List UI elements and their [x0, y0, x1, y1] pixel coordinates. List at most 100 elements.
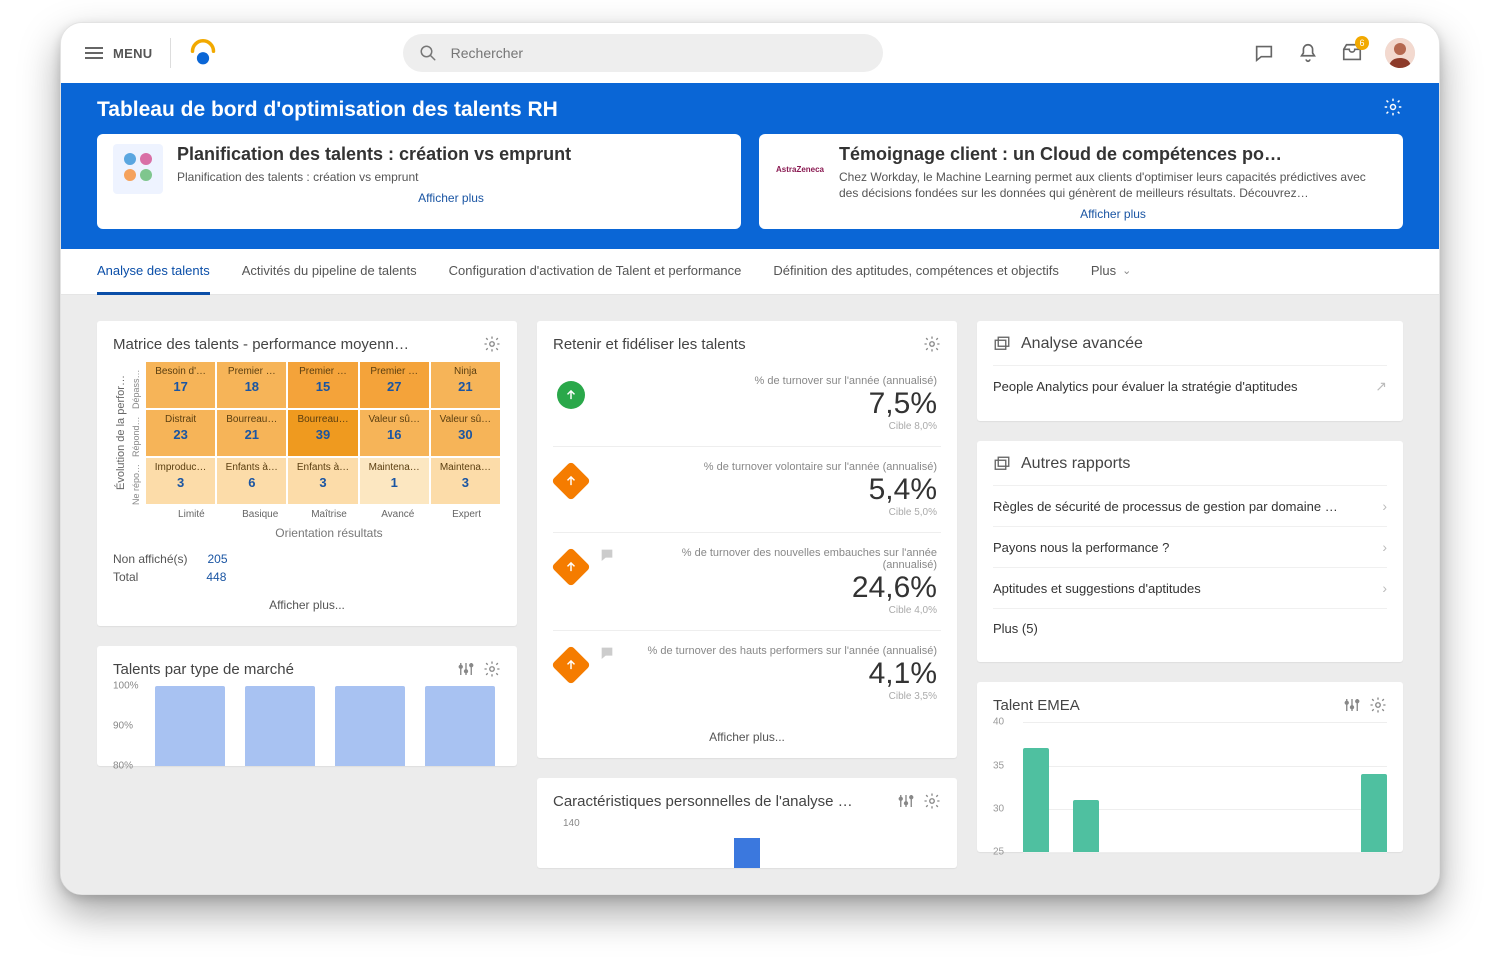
kpi-row[interactable]: % de turnover des nouvelles embauches su…	[553, 532, 941, 630]
external-icon: ↗	[1375, 378, 1387, 395]
not-shown-label: Non affiché(s)	[113, 552, 187, 566]
kpi-row[interactable]: % de turnover volontaire sur l'année (an…	[553, 446, 941, 532]
traits-card: Caractéristiques personnelles de l'analy…	[537, 778, 957, 868]
hero-card-thumb: AstraZeneca	[775, 144, 825, 194]
matrix-y-label: Évolution de la perfor…	[113, 361, 127, 505]
chevron-right-icon: ›	[1382, 539, 1387, 555]
tab-definition[interactable]: Définition des aptitudes, compétences et…	[773, 249, 1058, 295]
stack-icon	[993, 335, 1011, 353]
link-item[interactable]: Aptitudes et suggestions d'aptitudes›	[993, 567, 1387, 608]
hero-card-subtitle: Chez Workday, le Machine Learning permet…	[839, 169, 1387, 201]
avatar[interactable]	[1385, 38, 1415, 68]
link-item[interactable]: Plus (5)	[993, 608, 1387, 648]
tab-pipeline[interactable]: Activités du pipeline de talents	[242, 249, 417, 295]
kpi-row[interactable]: % de turnover sur l'année (annualisé)7,5…	[553, 361, 941, 446]
card-title: Talents par type de marché	[113, 661, 294, 678]
matrix-cell[interactable]: Improduc…3	[145, 457, 216, 505]
card-title: Analyse avancée	[1021, 335, 1143, 353]
total-label: Total	[113, 570, 138, 584]
bar	[1023, 748, 1049, 852]
menu-button[interactable]: MENU	[85, 44, 152, 62]
tab-config[interactable]: Configuration d'activation de Talent et …	[449, 249, 742, 295]
stack-icon	[993, 455, 1011, 473]
comment-icon	[599, 645, 615, 666]
comment-icon	[599, 547, 615, 568]
show-more-link[interactable]: Afficher plus...	[553, 730, 941, 744]
sliders-icon[interactable]	[897, 792, 915, 810]
divider	[170, 38, 171, 68]
gear-icon[interactable]	[483, 335, 501, 353]
traits-chart	[553, 818, 941, 868]
show-more-link[interactable]: Afficher plus...	[113, 598, 501, 612]
matrix-cell[interactable]: Besoin d'…17	[145, 361, 216, 409]
hamburger-icon	[85, 44, 103, 62]
tabs: Analyse des talents Activités du pipelin…	[61, 249, 1439, 295]
link-item[interactable]: Payons nous la performance ?›	[993, 526, 1387, 567]
matrix-cell[interactable]: Maintena…1	[359, 457, 430, 505]
matrix-cell[interactable]: Distrait23	[145, 409, 216, 457]
market-chart: 100% 90% 80%	[113, 686, 501, 766]
link-item[interactable]: People Analytics pour évaluer la stratég…	[993, 365, 1387, 407]
sliders-icon[interactable]	[457, 660, 475, 678]
matrix-cell[interactable]: Valeur sû…30	[430, 409, 501, 457]
card-title: Talent EMEA	[993, 697, 1080, 714]
matrix-cell[interactable]: Premier …18	[216, 361, 287, 409]
matrix-x-ticks: Limité Basique Maîtrise Avancé Expert	[157, 509, 501, 520]
sliders-icon[interactable]	[1343, 696, 1361, 714]
hero-card-more[interactable]: Afficher plus	[839, 207, 1387, 221]
gear-icon[interactable]	[1369, 696, 1387, 714]
search-field[interactable]	[449, 44, 867, 62]
search-icon	[419, 44, 437, 62]
matrix-cell[interactable]: Bourreau…39	[287, 409, 358, 457]
advanced-card: Analyse avancée People Analytics pour év…	[977, 321, 1403, 421]
matrix-cell[interactable]: Valeur sû…16	[359, 409, 430, 457]
matrix-cell[interactable]: Premier …15	[287, 361, 358, 409]
card-title: Autres rapports	[1021, 455, 1130, 473]
hero-card-title: Planification des talents : création vs …	[177, 144, 725, 165]
hero-card-subtitle: Planification des talents : création vs …	[177, 169, 725, 185]
hero-card-thumb	[113, 144, 163, 194]
gear-icon[interactable]	[923, 335, 941, 353]
gear-icon[interactable]	[923, 792, 941, 810]
bell-icon[interactable]	[1297, 42, 1319, 64]
gear-icon[interactable]	[1383, 97, 1403, 122]
hero-card-more[interactable]: Afficher plus	[177, 191, 725, 205]
workday-logo[interactable]	[189, 39, 217, 67]
chevron-right-icon: ›	[1382, 580, 1387, 596]
search-input[interactable]	[403, 34, 883, 72]
not-shown-value: 205	[207, 552, 227, 566]
tab-more[interactable]: Plus ⌄	[1091, 249, 1132, 295]
matrix-cell[interactable]: Enfants à…6	[216, 457, 287, 505]
gear-icon[interactable]	[483, 660, 501, 678]
card-title: Retenir et fidéliser les talents	[553, 336, 746, 353]
inbox-icon[interactable]: 6	[1341, 42, 1363, 64]
chat-icon[interactable]	[1253, 42, 1275, 64]
kpi-row[interactable]: % de turnover des hauts performers sur l…	[553, 630, 941, 716]
matrix-cell[interactable]: Maintena…3	[430, 457, 501, 505]
matrix-card: Matrice des talents - performance moyenn…	[97, 321, 517, 626]
matrix-cell[interactable]: Premier …27	[359, 361, 430, 409]
tab-analyse[interactable]: Analyse des talents	[97, 249, 210, 295]
chevron-right-icon: ›	[1382, 498, 1387, 514]
hero-card[interactable]: AstraZeneca Témoignage client : un Cloud…	[759, 134, 1403, 229]
market-card: Talents par type de marché 100% 90% 80%	[97, 646, 517, 766]
matrix-cell[interactable]: Enfants à…3	[287, 457, 358, 505]
page-title: Tableau de bord d'optimisation des talen…	[97, 98, 558, 122]
retain-card: Retenir et fidéliser les talents % de tu…	[537, 321, 957, 758]
link-item[interactable]: Règles de sécurité de processus de gesti…	[993, 485, 1387, 526]
emea-card: Talent EMEA 40353025	[977, 682, 1403, 852]
status-warn-icon	[551, 646, 591, 686]
inbox-badge: 6	[1355, 36, 1369, 50]
chevron-down-icon: ⌄	[1122, 264, 1131, 277]
menu-label: MENU	[113, 46, 152, 61]
hero-card[interactable]: Planification des talents : création vs …	[97, 134, 741, 229]
matrix-cell[interactable]: Ninja21	[430, 361, 501, 409]
bar	[1073, 800, 1099, 852]
status-warn-icon	[551, 462, 591, 502]
status-good-icon	[557, 381, 585, 409]
matrix-cell[interactable]: Bourreau…21	[216, 409, 287, 457]
matrix-x-label: Orientation résultats	[157, 526, 501, 540]
matrix-y-ticks: Dépass… Répond… Ne répo…	[127, 361, 145, 505]
matrix-grid: Besoin d'…17Premier …18Premier …15Premie…	[145, 361, 501, 505]
other-reports-card: Autres rapports Règles de sécurité de pr…	[977, 441, 1403, 662]
